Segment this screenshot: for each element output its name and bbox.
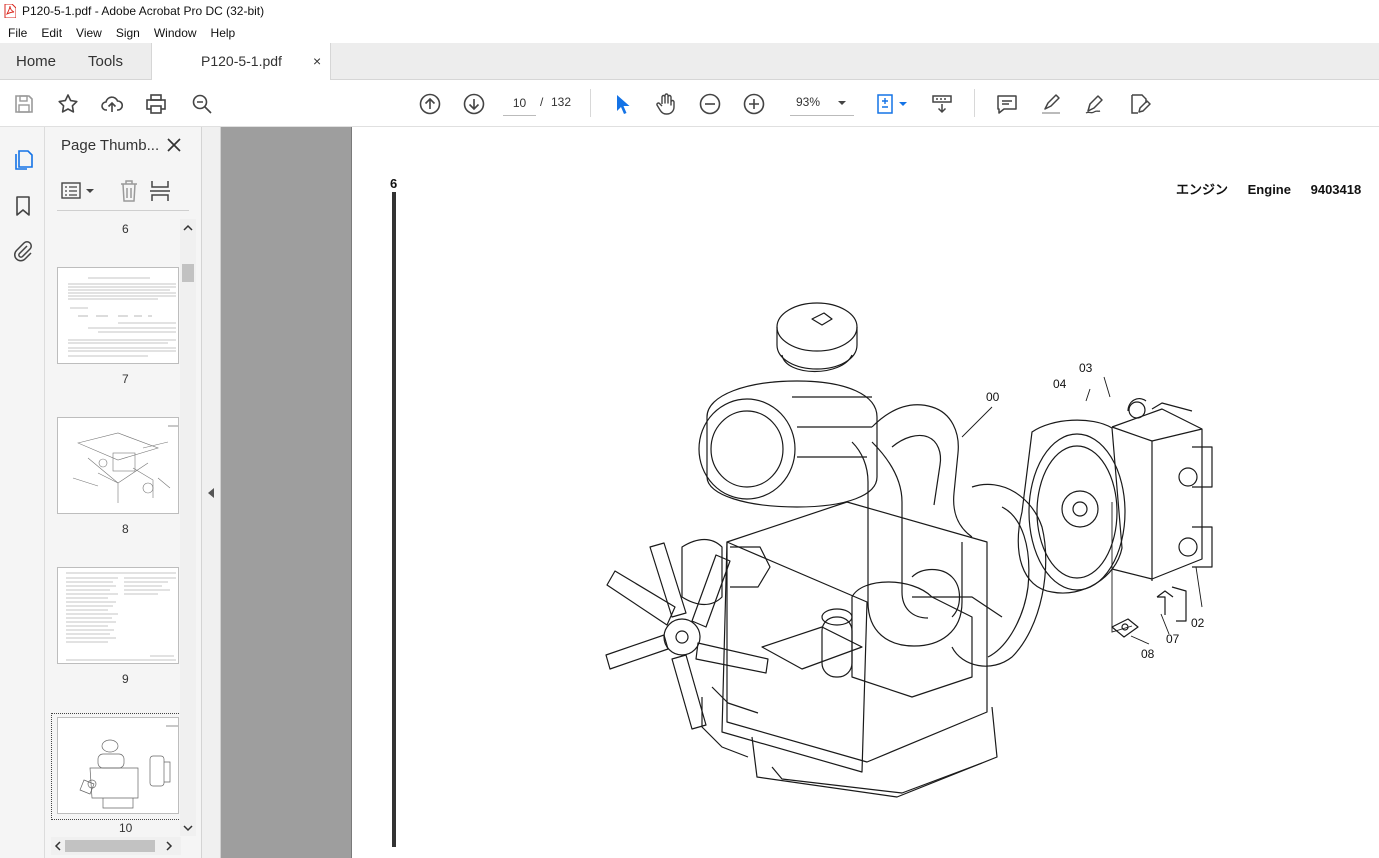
title-bar: P120-5-1.pdf - Adobe Acrobat Pro DC (32-… bbox=[0, 0, 1379, 22]
next-page-icon[interactable] bbox=[462, 92, 486, 116]
highlight-pen-icon[interactable] bbox=[1039, 92, 1063, 116]
page-thumbnails-icon[interactable] bbox=[11, 148, 35, 172]
menu-view[interactable]: View bbox=[69, 26, 109, 40]
insert-pages-icon[interactable] bbox=[149, 179, 171, 203]
zoom-in-icon[interactable] bbox=[742, 92, 766, 116]
navigation-rail bbox=[0, 127, 45, 858]
callout-03: 03 bbox=[1079, 361, 1093, 375]
air-cleaner-cap bbox=[776, 302, 858, 352]
upload-cloud-icon[interactable] bbox=[100, 92, 124, 116]
attachments-paperclip-icon[interactable] bbox=[11, 239, 35, 263]
menu-window[interactable]: Window bbox=[147, 26, 204, 40]
acrobat-pdf-icon bbox=[4, 4, 16, 18]
thumbnail-label-8: 8 bbox=[122, 522, 129, 536]
edit-pdf-icon[interactable] bbox=[1127, 92, 1151, 116]
chevron-down-icon bbox=[838, 101, 846, 105]
close-panel-icon[interactable] bbox=[165, 136, 183, 154]
delete-trash-icon[interactable] bbox=[118, 179, 140, 203]
callout-02: 02 bbox=[1191, 616, 1205, 630]
document-view[interactable]: 6 エンジン Engine 9403418 00 02 03 04 07 08 bbox=[221, 127, 1379, 858]
tab-tools[interactable]: Tools bbox=[88, 43, 123, 80]
scroll-right-icon[interactable] bbox=[164, 841, 174, 851]
close-tab-icon[interactable]: × bbox=[313, 43, 321, 80]
thumbnail-label-10: 10 bbox=[119, 821, 133, 835]
hand-tool-icon[interactable] bbox=[654, 92, 678, 116]
thumbnail-page-8[interactable] bbox=[57, 417, 179, 514]
callout-04: 04 bbox=[1053, 377, 1067, 391]
callout-00: 00 bbox=[986, 390, 1000, 404]
scroll-left-icon[interactable] bbox=[53, 841, 63, 851]
thumbnail-engine-preview bbox=[79, 725, 178, 809]
thumbnail-page-7[interactable] bbox=[57, 267, 179, 364]
scroll-down-icon[interactable] bbox=[183, 823, 193, 833]
tab-home[interactable]: Home bbox=[16, 43, 56, 80]
previous-page-icon[interactable] bbox=[418, 92, 442, 116]
callout-07: 07 bbox=[1166, 632, 1180, 646]
zoom-value: 93% bbox=[796, 95, 821, 109]
zoom-dropdown[interactable]: 93% bbox=[790, 90, 854, 116]
thumbnails-panel-title: Page Thumb... bbox=[61, 137, 160, 154]
select-cursor-icon[interactable] bbox=[610, 92, 634, 116]
toolbar: / 132 93% bbox=[0, 80, 1379, 127]
total-pages: 132 bbox=[551, 95, 572, 109]
zoom-out-icon[interactable] bbox=[698, 92, 722, 116]
tab-document[interactable]: P120-5-1.pdf × bbox=[151, 43, 331, 81]
leader-lines bbox=[1111, 502, 1133, 633]
engine-exploded-drawing: 00 02 03 04 07 08 bbox=[605, 302, 1213, 798]
thumbnail-page-9[interactable] bbox=[57, 567, 179, 664]
menu-help[interactable]: Help bbox=[204, 26, 243, 40]
draw-sign-icon[interactable] bbox=[1083, 92, 1107, 116]
thumbnail-vertical-scrollbar[interactable] bbox=[180, 219, 196, 836]
thumbnail-table-preview bbox=[66, 572, 176, 661]
scroll-up-icon[interactable] bbox=[183, 223, 193, 233]
panel-splitter[interactable] bbox=[202, 127, 221, 858]
thumbnail-list: 6 7 8 9 10 bbox=[45, 217, 180, 837]
scrollbar-thumb[interactable] bbox=[182, 264, 194, 282]
zoom-search-icon[interactable] bbox=[190, 92, 214, 116]
thumbnail-horizontal-scrollbar[interactable] bbox=[51, 837, 181, 855]
menu-bar: File Edit View Sign Window Help bbox=[0, 22, 1379, 43]
comment-icon[interactable] bbox=[995, 92, 1019, 116]
toolbar-divider bbox=[974, 89, 975, 117]
save-icon[interactable] bbox=[12, 92, 36, 116]
scroll-mode-icon[interactable] bbox=[930, 92, 954, 116]
thumbnail-tools bbox=[57, 175, 189, 211]
callout-08: 08 bbox=[1141, 647, 1155, 661]
window-title: P120-5-1.pdf - Adobe Acrobat Pro DC (32-… bbox=[22, 4, 265, 18]
thumbnail-page-10[interactable] bbox=[57, 717, 179, 814]
collapse-panel-icon[interactable] bbox=[207, 487, 215, 499]
menu-edit[interactable]: Edit bbox=[34, 26, 69, 40]
thumbnail-label-6: 6 bbox=[122, 222, 129, 236]
page-separator: / bbox=[540, 95, 544, 109]
page-number-input[interactable] bbox=[503, 90, 536, 116]
bookmarks-icon[interactable] bbox=[11, 194, 35, 218]
thumbnail-label-7: 7 bbox=[122, 372, 129, 386]
thumbnail-options-icon[interactable] bbox=[61, 181, 95, 201]
thumbnail-text-preview bbox=[68, 277, 176, 357]
document-tab-label: P120-5-1.pdf bbox=[201, 53, 282, 69]
thumbnail-label-9: 9 bbox=[122, 672, 129, 686]
thumbnail-drawing-preview bbox=[72, 425, 178, 503]
menu-sign[interactable]: Sign bbox=[109, 26, 147, 40]
tab-bar: Home Tools P120-5-1.pdf × bbox=[0, 43, 1379, 81]
page-fit-icon[interactable] bbox=[874, 92, 910, 116]
thumbnails-panel: Page Thumb... 6 7 8 9 10 bbox=[45, 127, 202, 858]
scrollbar-thumb[interactable] bbox=[65, 840, 155, 852]
print-icon[interactable] bbox=[144, 92, 168, 116]
menu-file[interactable]: File bbox=[0, 26, 34, 40]
pdf-page: 6 エンジン Engine 9403418 00 02 03 04 07 08 bbox=[351, 127, 1379, 858]
toolbar-divider bbox=[590, 89, 591, 117]
bookmark-star-icon[interactable] bbox=[56, 92, 80, 116]
